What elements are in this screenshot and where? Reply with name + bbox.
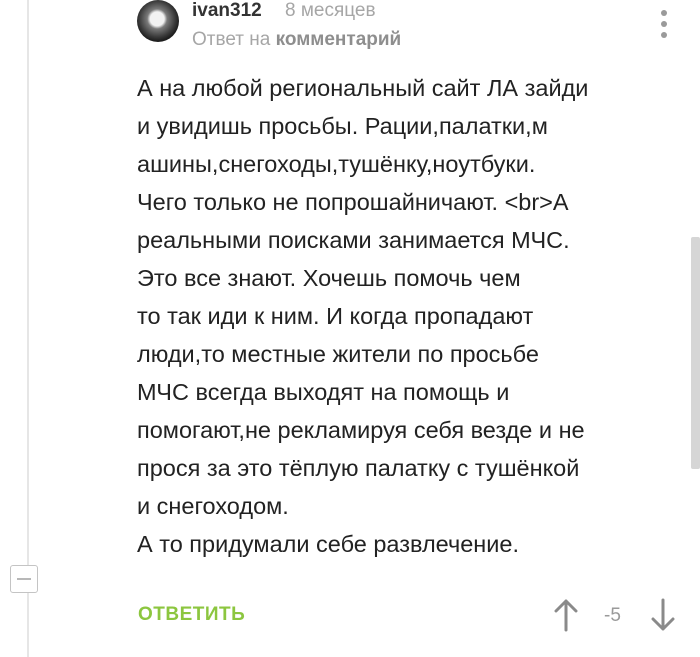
comment-line: люди,то местные жители по просьбе: [137, 341, 539, 367]
reply-button[interactable]: ОТВЕТИТЬ: [138, 604, 245, 626]
username[interactable]: ivan312: [192, 0, 262, 22]
comment-line: то так иди к ним. И когда пропадают: [137, 303, 534, 329]
comment-line: А то придумали себе развлечение.: [137, 531, 519, 557]
comment-time: 8 месяцев: [285, 0, 376, 21]
comment-line: Это все знают. Хочешь помочь чем: [137, 265, 521, 291]
reply-to-label: Ответ на комментарий: [192, 29, 401, 51]
comment-body: А на любой региональный сайт ЛА зайди и …: [137, 69, 697, 563]
rating-value: -5: [604, 605, 621, 626]
comment-line: Чего только не попрошайничают. <br>А: [137, 189, 569, 215]
reply-target-link[interactable]: комментарий: [276, 29, 402, 50]
avatar[interactable]: [137, 0, 179, 42]
reply-prefix: Ответ на: [192, 29, 271, 50]
comment-line: МЧС всегда выходят на помощь и: [137, 379, 510, 405]
comment-line: и увидишь просьбы. Рации,палатки,м: [137, 113, 548, 139]
thread-line: [27, 0, 29, 657]
comment-line: и снегоходом.: [137, 493, 289, 519]
collapse-icon[interactable]: [10, 565, 38, 593]
arrow-down-icon[interactable]: [651, 598, 675, 632]
arrow-up-icon[interactable]: [554, 598, 578, 632]
more-vertical-icon[interactable]: [656, 10, 672, 40]
comment-line: реальными поисками занимается МЧС.: [137, 227, 570, 253]
comment-line: помогают,не рекламируя себя везде и не: [137, 417, 585, 443]
comment-line: прося за это тёплую палатку с тушёнкой: [137, 455, 580, 481]
comment-line: А на любой региональный сайт ЛА зайди: [137, 75, 589, 101]
comment-line: ашины,снегоходы,тушёнку,ноутбуки.: [137, 151, 536, 177]
